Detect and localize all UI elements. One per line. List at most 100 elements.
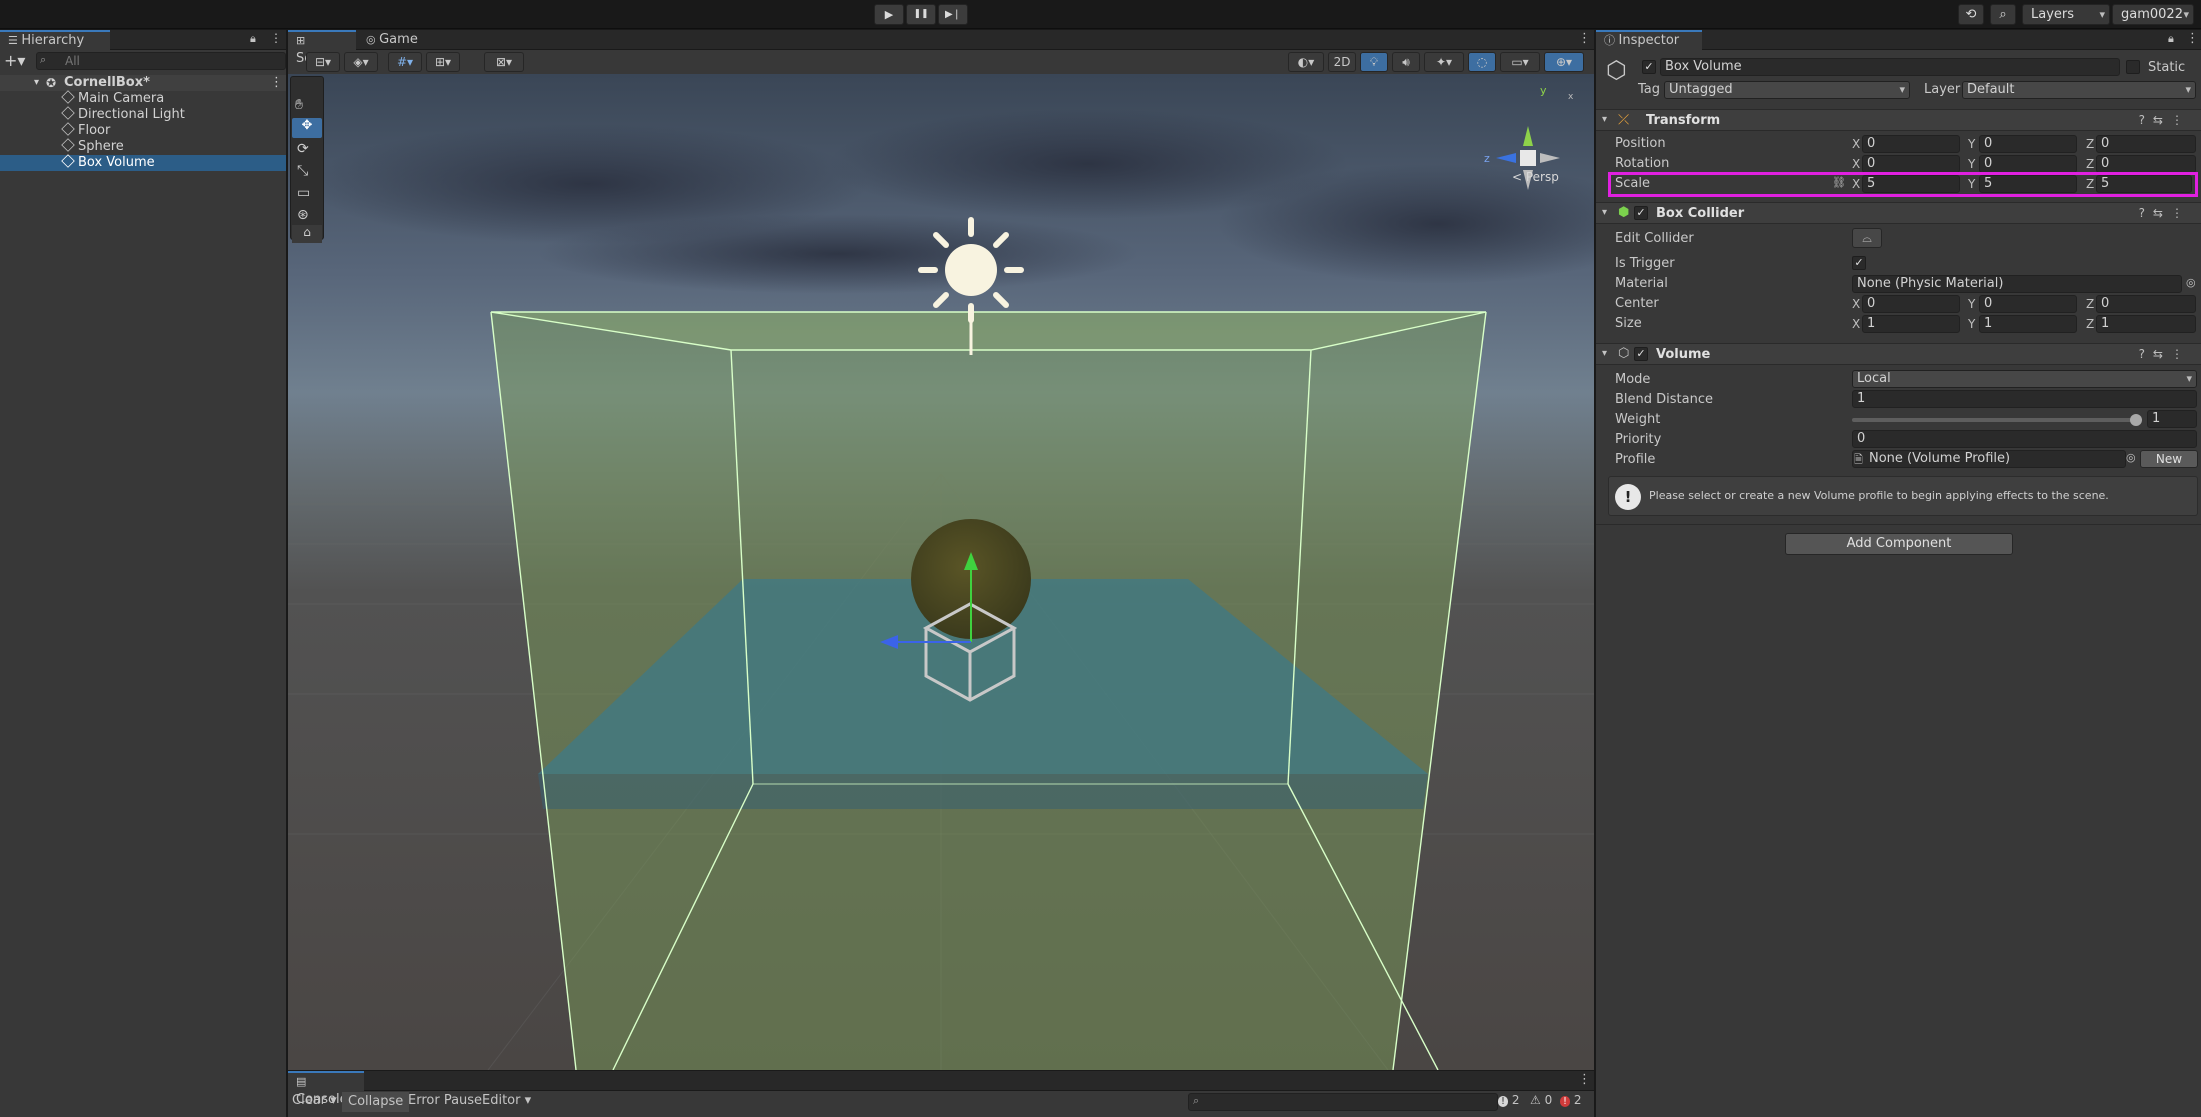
- camera-icon[interactable]: ▭▾: [1500, 52, 1540, 72]
- render-mode-dropdown[interactable]: ◈▾: [344, 52, 378, 72]
- error-pause-button[interactable]: Error Pause: [408, 1093, 482, 1108]
- persp-label[interactable]: < Persp: [1512, 170, 1559, 184]
- center-y-field[interactable]: 0: [1979, 295, 2077, 313]
- scale-x-field[interactable]: 5: [1862, 175, 1960, 193]
- edit-collider-button[interactable]: ⌓: [1852, 228, 1882, 248]
- tag-dropdown[interactable]: Untagged: [1664, 81, 1910, 99]
- draw-mode-dropdown[interactable]: ⊟▾: [306, 52, 340, 72]
- tab-inspector[interactable]: ⓘ Inspector: [1596, 30, 1702, 50]
- tab-game[interactable]: ◎ Game: [358, 30, 428, 50]
- mode-dropdown[interactable]: Local: [1852, 370, 2197, 388]
- collapse-button[interactable]: Collapse: [342, 1092, 410, 1112]
- collapse-arrow-icon[interactable]: ▾: [1602, 114, 1607, 125]
- view-options-icon[interactable]: ◐▾: [1288, 52, 1324, 72]
- material-field[interactable]: None (Physic Material): [1852, 275, 2182, 293]
- hierarchy-item[interactable]: Floor: [0, 122, 286, 139]
- add-object-button[interactable]: +▾: [4, 52, 32, 70]
- collapse-arrow-icon[interactable]: ▾: [1602, 348, 1607, 359]
- custom-tool-icon[interactable]: ⌂: [292, 225, 322, 243]
- component-menu-icons[interactable]: ?⇆⋮: [2139, 113, 2191, 127]
- rotate-tool-icon[interactable]: ⟳: [297, 141, 309, 157]
- effects-icon[interactable]: ✦▾: [1424, 52, 1464, 72]
- object-name-field[interactable]: Box Volume: [1660, 58, 2120, 76]
- step-button[interactable]: ▶❘: [938, 4, 968, 25]
- volume-header[interactable]: ▾ ⬡ ✓ Volume ?⇆⋮: [1596, 343, 2201, 365]
- box-collider-header[interactable]: ▾ ⬢ ✓ Box Collider ?⇆⋮: [1596, 202, 2201, 224]
- more-options-icon[interactable]: ⋮: [2186, 31, 2199, 46]
- console-search-input[interactable]: [1188, 1093, 1498, 1111]
- toggle-2d-button[interactable]: 2D: [1328, 52, 1356, 72]
- warning-count[interactable]: ⚠︎ 0: [1530, 1093, 1552, 1107]
- volume-enabled-checkbox[interactable]: ✓: [1634, 347, 1648, 361]
- pause-button[interactable]: ❚❚: [906, 4, 936, 25]
- object-picker-icon[interactable]: ◎: [2126, 451, 2136, 464]
- size-y-field[interactable]: 1: [1979, 315, 2077, 333]
- history-icon[interactable]: ⟲: [1958, 4, 1984, 25]
- hidden-objects-icon[interactable]: ◌: [1468, 52, 1496, 72]
- lock-icon[interactable]: 🔒︎: [250, 32, 256, 46]
- scene-viewport[interactable]: ✋︎ ✥ ⟳ ⤡ ▭ ⊛ ⌂ y z x < Persp: [288, 74, 1594, 1070]
- error-count[interactable]: ! 2: [1560, 1093, 1581, 1107]
- hierarchy-item-selected[interactable]: Box Volume: [0, 154, 286, 171]
- info-count[interactable]: ! 2: [1498, 1093, 1519, 1107]
- is-trigger-checkbox[interactable]: ✓: [1852, 256, 1866, 270]
- search-icon[interactable]: ⌕: [1990, 4, 2016, 25]
- center-x-field[interactable]: 0: [1862, 295, 1960, 313]
- transform-tool-icon[interactable]: ⊛: [297, 207, 309, 223]
- lighting-icon[interactable]: 💡︎: [1360, 52, 1388, 72]
- layer-dropdown[interactable]: Default: [1962, 81, 2196, 99]
- rotation-x-field[interactable]: 0: [1862, 155, 1960, 173]
- snap-increment-icon[interactable]: ⊞▾: [426, 52, 460, 72]
- move-tool-icon[interactable]: ✥: [292, 118, 322, 138]
- layers-dropdown[interactable]: Layers: [2022, 4, 2110, 25]
- editor-dropdown[interactable]: Editor ▾: [482, 1093, 531, 1108]
- size-x-field[interactable]: 1: [1862, 315, 1960, 333]
- scene-root-row[interactable]: ▾ ✪ CornellBox* ⋮: [0, 75, 286, 91]
- blend-distance-field[interactable]: 1: [1852, 390, 2197, 408]
- active-checkbox[interactable]: ✓: [1642, 60, 1656, 74]
- audio-icon[interactable]: 🔊︎: [1392, 52, 1420, 72]
- new-profile-button[interactable]: New: [2140, 450, 2198, 468]
- hand-tool-icon[interactable]: ✋︎: [295, 97, 303, 113]
- weight-field[interactable]: 1: [2147, 410, 2197, 428]
- box-collider-enabled-checkbox[interactable]: ✓: [1634, 206, 1648, 220]
- more-options-icon[interactable]: ⋮: [270, 31, 282, 45]
- tab-hierarchy[interactable]: ☰ Hierarchy: [0, 30, 110, 50]
- position-z-field[interactable]: 0: [2096, 135, 2196, 153]
- profile-field[interactable]: None (Volume Profile): [1852, 450, 2126, 468]
- incremental-snap-icon[interactable]: ⊠▾: [484, 52, 524, 72]
- scene-more-icon[interactable]: ⋮: [1578, 31, 1591, 46]
- transform-header[interactable]: ▾ ⤫ Transform ?⇆⋮: [1596, 109, 2201, 131]
- position-x-field[interactable]: 0: [1862, 135, 1960, 153]
- clear-dropdown[interactable]: Clear ▾: [292, 1093, 337, 1111]
- weight-slider-track[interactable]: [1852, 414, 2142, 426]
- console-more-icon[interactable]: ⋮: [1578, 1072, 1591, 1087]
- rotation-z-field[interactable]: 0: [2096, 155, 2196, 173]
- position-y-field[interactable]: 0: [1979, 135, 2077, 153]
- hierarchy-item[interactable]: Main Camera: [0, 90, 286, 107]
- scale-y-field[interactable]: 5: [1979, 175, 2077, 193]
- collapse-arrow-icon[interactable]: ▾: [1602, 207, 1607, 218]
- object-picker-icon[interactable]: ◎: [2186, 276, 2196, 289]
- weight-slider-thumb[interactable]: [2130, 414, 2142, 426]
- rect-tool-icon[interactable]: ▭: [297, 185, 310, 201]
- component-menu-icons[interactable]: ?⇆⋮: [2139, 206, 2191, 220]
- center-z-field[interactable]: 0: [2096, 295, 2196, 313]
- scale-z-field[interactable]: 5: [2096, 175, 2192, 193]
- priority-field[interactable]: 0: [1852, 430, 2197, 448]
- gizmos-icon[interactable]: ⊕▾: [1544, 52, 1584, 72]
- size-z-field[interactable]: 1: [2096, 315, 2196, 333]
- tab-scene[interactable]: ⊞ Scene: [288, 30, 356, 66]
- component-menu-icons[interactable]: ?⇆⋮: [2139, 347, 2191, 361]
- constrain-proportions-icon[interactable]: ⛓︎: [1832, 176, 1846, 189]
- hierarchy-item[interactable]: Directional Light: [0, 106, 286, 123]
- lock-icon[interactable]: 🔒︎: [2168, 32, 2174, 46]
- expand-arrow-icon[interactable]: ▾: [34, 75, 39, 91]
- static-checkbox[interactable]: [2126, 60, 2140, 74]
- add-component-button[interactable]: Add Component: [1785, 533, 2013, 555]
- tab-console[interactable]: ▤ Console: [288, 1071, 364, 1107]
- scale-tool-icon[interactable]: ⤡: [297, 163, 308, 179]
- rotation-y-field[interactable]: 0: [1979, 155, 2077, 173]
- scene-menu-icon[interactable]: ⋮: [270, 75, 283, 91]
- hierarchy-item[interactable]: Sphere: [0, 138, 286, 155]
